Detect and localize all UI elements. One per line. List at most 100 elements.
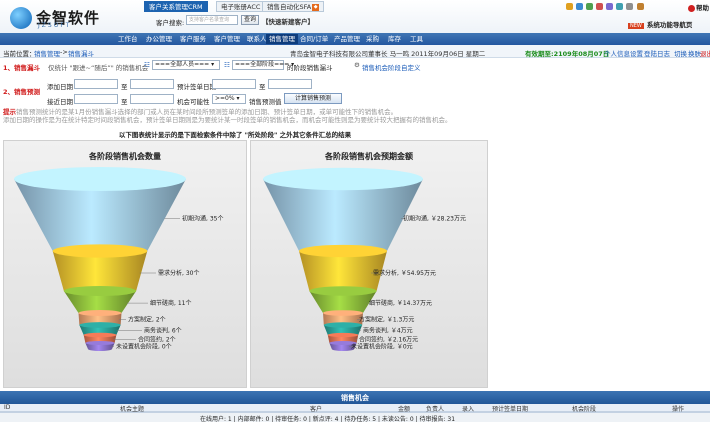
est-date-label: 预计签单日期	[177, 83, 216, 91]
add-date-end-input[interactable]	[130, 79, 174, 89]
tab-crm[interactable]: 客户关系管理CRM	[144, 1, 208, 12]
nav-sales[interactable]: 销售管理	[266, 34, 298, 44]
funnel-label-1: 需求分析, 30个	[158, 269, 199, 277]
add-date-label: 添加日期	[47, 83, 73, 91]
funnel-label-5: 合同签约, 2个	[138, 335, 176, 343]
funnel-segment-top-4	[323, 322, 363, 328]
funnel-segment-top-5	[327, 332, 359, 338]
funnel-label-3: 方案制定, ￥1.3万元	[359, 316, 414, 324]
logo-subtext: JZSOFT	[38, 22, 72, 29]
hint-line-2: 添加日期的操作是为在统计特定时间段销售机会，预计签单日期则是为要统计某一时段签单…	[3, 116, 452, 124]
col-id[interactable]: ID	[4, 404, 10, 411]
nav-office[interactable]: 办公管理	[146, 34, 172, 44]
gear-icon[interactable]: ⚙	[354, 61, 360, 69]
nav-customers[interactable]: 客户管理	[214, 34, 240, 44]
follow-date-start-input[interactable]	[74, 94, 118, 104]
main-nav: 工作台 办公管理 客户服务 客户管理 联系人 销售管理 合同/订单 产品管理 采…	[0, 33, 710, 45]
funnel-filter-desc: 仅统计 "跟进~“随后”" 的销售机会	[48, 64, 149, 72]
stage-select[interactable]: ===全部阶段=== ▾	[232, 60, 294, 70]
settings-icon[interactable]	[626, 2, 634, 10]
login-log-link[interactable]: 登陆日志	[644, 48, 670, 58]
mail-icon[interactable]	[596, 2, 604, 10]
nav-guide-link[interactable]: NEW 系统功能导航页	[628, 19, 708, 30]
funnel-segment-top-3	[323, 310, 363, 316]
funnel-count-chart: 各阶段销售机会数量 初期沟通, 35个 需求分析, 30个 细节磋商, 11个 方案制…	[3, 140, 247, 388]
nav-inventory[interactable]: 库存	[388, 34, 401, 44]
funnel-label-0: 初期沟通, 35个	[182, 215, 223, 223]
funnel-label-5: 合同签约, ￥2.16万元	[359, 335, 418, 343]
to-label: 至	[121, 83, 128, 91]
welcome-text: 青岛金智电子科技有限公司董事长 马一鸣 2011年09月06日 星期二	[290, 50, 486, 58]
breadcrumb-funnel[interactable]: 销售漏斗	[68, 48, 94, 58]
funnel-segment-top-2	[309, 286, 377, 296]
folder-icon[interactable]	[576, 2, 584, 10]
prob-select[interactable]: >=0% ▾	[212, 94, 246, 104]
funnel-segment-top-1	[299, 244, 387, 258]
funnel-segment-top-6	[85, 340, 115, 346]
funnel-segment-top-5	[83, 332, 117, 338]
nav-contacts[interactable]: 联系人	[247, 34, 267, 44]
breadcrumb: 当前位置： 销售管理 -> 销售漏斗 青岛金智电子科技有限公司董事长 马一鸣 2…	[0, 45, 710, 58]
to-label-3: 至	[121, 98, 128, 106]
help-icon	[688, 4, 695, 12]
funnel-amount-chart: 各阶段销售机会预期金额 初期沟通, ￥28.23万元 需求分析, ￥54.95万元…	[250, 140, 488, 388]
switch-link[interactable]: 切换	[674, 48, 687, 58]
follow-date-label: 接近日期	[47, 98, 73, 106]
nav-contracts[interactable]: 合同/订单	[300, 34, 328, 44]
funnel-label-1: 需求分析, ￥54.95万元	[373, 269, 436, 277]
quick-add-customer-link[interactable]: 【快速新建客户】	[262, 16, 314, 26]
est-date-end-input[interactable]	[268, 79, 312, 89]
prob-label: 机会可能性	[177, 98, 210, 106]
nav-tools[interactable]: 工具	[410, 34, 423, 44]
funnel-label-2: 细节磋商, ￥14.37万元	[369, 299, 432, 307]
search-label: 客户搜索:	[156, 19, 185, 27]
hint-text: 提示销售预测统计的是某1月份销售漏斗选择的部门或人员在某时间段所预测签单的添加日…	[3, 108, 523, 124]
section-title: 销售机会	[341, 394, 369, 402]
calc-forecast-button[interactable]: 计算销售预测	[284, 93, 342, 104]
search-button[interactable]: 查询	[241, 15, 259, 25]
nav-service[interactable]: 客户服务	[180, 34, 206, 44]
funnel-segment-top-0	[263, 167, 423, 191]
user-select-icon: ☷	[144, 61, 150, 69]
to-label-2: 至	[259, 83, 266, 91]
nav-purchase[interactable]: 采购	[366, 34, 379, 44]
funnel-count-svg: 初期沟通, 35个需求分析, 30个细节磋商, 11个方案制定, 2个商务谈判,…	[14, 166, 223, 351]
user-icon[interactable]	[616, 2, 624, 10]
funnel-label-3: 方案制定, 2个	[128, 316, 166, 324]
funnel-segment-top-4	[79, 322, 121, 328]
tab-acc[interactable]: 电子账册ACC	[216, 1, 266, 12]
stage-select-icon: ☷	[224, 61, 230, 69]
search-input[interactable]: 支持客户名录查询	[186, 15, 238, 25]
help-link[interactable]: 帮助	[688, 2, 709, 12]
tab-sfa[interactable]: 销售自动化SFA ◆	[262, 1, 325, 12]
profile-settings-link[interactable]: 个人信息设置	[604, 48, 643, 58]
home-icon[interactable]	[566, 2, 573, 10]
funnel-filter-label: 1、销售漏斗	[3, 64, 41, 72]
status-bar: 在线用户: 1 | 内部邮件: 0 | 待审任务: 0 | 新点评: 4 | 待…	[0, 412, 710, 422]
funnel-label-2: 细节磋商, 11个	[150, 299, 191, 307]
funnel-label-6: 未设置机会阶段, ￥0元	[351, 342, 413, 350]
breadcrumb-prefix: 当前位置：	[3, 50, 36, 58]
est-date-start-input[interactable]	[212, 79, 256, 89]
funnel-label-0: 初期沟通, ￥28.23万元	[403, 215, 466, 223]
nav-products[interactable]: 产品管理	[334, 34, 360, 44]
funnel-label-4: 商务谈判, ￥4万元	[363, 327, 413, 335]
nav-workbench[interactable]: 工作台	[118, 34, 138, 44]
user-select[interactable]: ===全部人员=== ▾	[152, 60, 220, 70]
chart-icon[interactable]	[586, 2, 594, 10]
forecast-filter-label: 2、销售预测	[3, 88, 41, 96]
breadcrumb-sales[interactable]: 销售管理	[34, 48, 60, 58]
app-header: 金智软件 JZSOFT 客户关系管理CRM 电子账册ACC 销售自动化SFA ◆ …	[0, 0, 710, 33]
add-date-start-input[interactable]	[74, 79, 118, 89]
lock-icon[interactable]	[636, 2, 644, 10]
table-header: ID 机会主题 客户 金额 负责人 录入 预计签单日期 机会阶段 操作	[0, 404, 710, 413]
status-text: 在线用户: 1 | 内部邮件: 0 | 待审任务: 0 | 新点评: 4 | 待…	[200, 416, 456, 422]
logout-link[interactable]: 退出	[700, 48, 710, 58]
follow-date-end-input[interactable]	[130, 94, 174, 104]
sfa-badge-icon: ◆	[312, 3, 320, 11]
custom-stage-link[interactable]: 销售机会阶段自定义	[362, 62, 421, 72]
funnel-amount-svg: 初期沟通, ￥28.23万元需求分析, ￥54.95万元细节磋商, ￥14.37…	[263, 167, 466, 351]
funnel-segment-top-0	[14, 166, 186, 192]
hint-line-1: 销售预测统计的是某1月份销售漏斗选择的部门或人员在某时间段所预测签单的添加日期、…	[16, 108, 398, 116]
calendar-icon[interactable]	[606, 2, 614, 10]
